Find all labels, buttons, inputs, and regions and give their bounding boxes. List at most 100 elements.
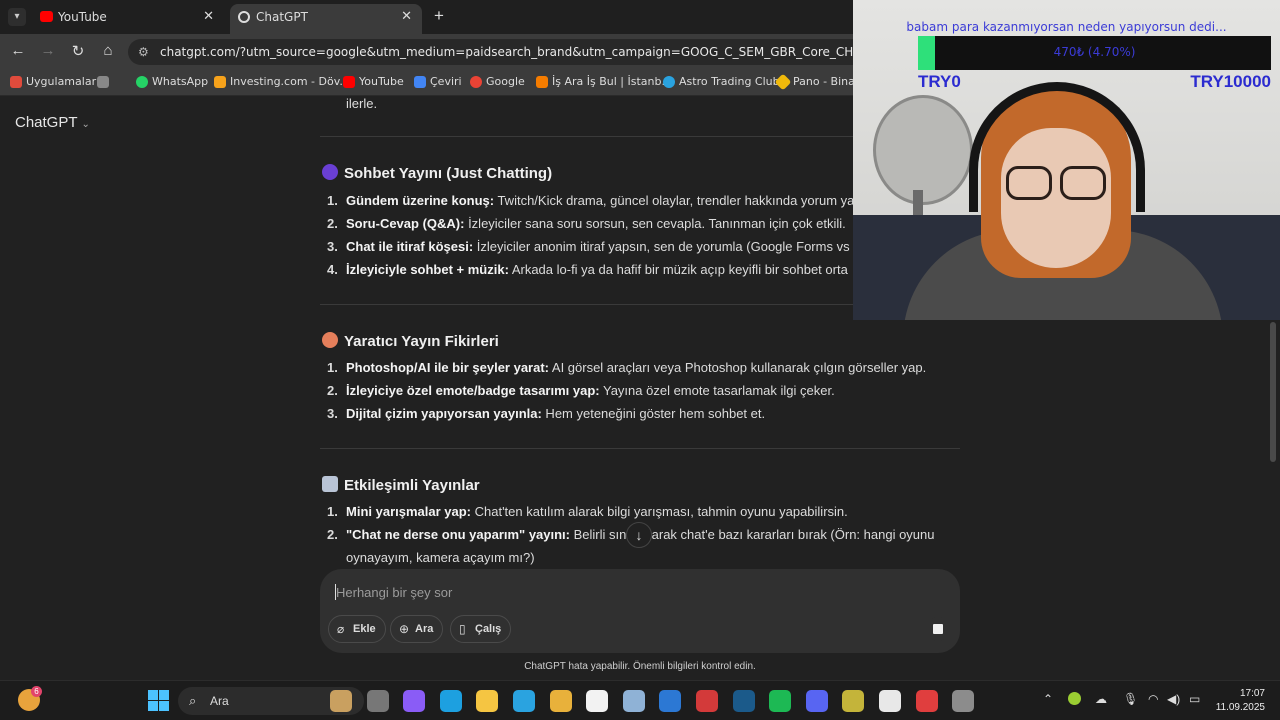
cpuz-app-icon[interactable]: [696, 690, 718, 712]
scroll-down-button[interactable]: ↓: [626, 522, 652, 548]
notepad-app-icon[interactable]: [622, 690, 645, 712]
new-tab-button[interactable]: +: [434, 6, 444, 26]
tab-youtube[interactable]: YouTube ✕: [32, 4, 224, 34]
bookmark-translate[interactable]: Çeviri: [414, 75, 462, 88]
goal-max-label: TRY10000: [1190, 72, 1271, 91]
url-text: chatgpt.com/?utm_source=google&utm_mediu…: [160, 45, 868, 59]
capcut-app-icon[interactable]: [879, 690, 901, 712]
prompt-input[interactable]: Herhangi bir şey sor: [336, 585, 452, 600]
webull-app-icon[interactable]: [659, 690, 682, 712]
globe-icon: ⊕: [399, 622, 410, 636]
chrome-app-icon[interactable]: [549, 690, 572, 712]
url-field[interactable]: ⚙ chatgpt.com/?utm_source=google&utm_med…: [128, 39, 868, 65]
paperclip-icon: ⌀: [337, 622, 345, 636]
chevron-down-icon: ⌄: [81, 119, 90, 130]
grid-icon: [97, 76, 109, 88]
fan-image: [873, 95, 973, 205]
whatsapp-icon: [136, 76, 148, 88]
file-explorer-app-icon[interactable]: [366, 690, 389, 712]
discord-app-icon[interactable]: [805, 690, 828, 712]
microphone-icon[interactable]: 🎙: [1123, 692, 1138, 706]
tab-title: YouTube: [58, 10, 107, 24]
model-selector[interactable]: ChatGPT ⌄: [15, 114, 90, 131]
bookmark-youtube[interactable]: YouTube: [343, 75, 404, 88]
tray-chevron-up-icon[interactable]: ⌃: [1043, 692, 1053, 706]
close-tab-icon[interactable]: ✕: [203, 4, 214, 30]
binance-icon: [774, 73, 792, 91]
google-icon: [470, 76, 482, 88]
forward-icon[interactable]: →: [38, 42, 58, 59]
bookmark-is-ara[interactable]: İş Ara İş Bul | İstanb...: [536, 75, 672, 88]
goal-caption: babam para kazanmıyorsan neden yapıyorsu…: [906, 20, 1227, 34]
list-item: 1. Mini yarışmalar yap: Chat'ten katılım …: [327, 504, 848, 519]
copilot-app-icon[interactable]: [403, 690, 426, 712]
spotify-app-icon[interactable]: [769, 690, 792, 712]
back-icon[interactable]: ←: [8, 42, 28, 59]
volume-icon[interactable]: ◀): [1167, 692, 1180, 706]
windows-taskbar: 6 ⌕ Ara ⌃ ☁ 🎙 ◠ ◀) ▭ 17:07 11.09.2025: [0, 680, 1280, 720]
notification-badge: 6: [31, 686, 42, 697]
telegram-app-icon[interactable]: [513, 690, 535, 712]
tab-search-chevron-icon[interactable]: ▾: [8, 8, 26, 26]
obs-like-app-icon[interactable]: [842, 690, 865, 712]
wifi-icon[interactable]: ◠: [1148, 692, 1158, 706]
bookmark-apps[interactable]: Uygulamalar: [10, 75, 96, 88]
moon-icon: [322, 164, 338, 180]
list-item: 1. Gündem üzerine konuş: Twitch/Kick dram…: [327, 193, 855, 208]
page-scrollbar[interactable]: [1270, 322, 1276, 462]
dice-icon: [322, 476, 338, 492]
tray-app-icon[interactable]: [1068, 692, 1081, 705]
list-item: 4. İzleyiciyle sohbet + müzik: Arkada lo-…: [327, 262, 848, 277]
divider: [320, 448, 960, 449]
goal-min-label: TRY0: [918, 72, 961, 91]
widgets-app-icon[interactable]: [330, 690, 352, 712]
tray-cloud-icon[interactable]: ☁: [1095, 692, 1107, 706]
chatgpt-icon: [238, 11, 250, 23]
battery-icon[interactable]: ▭: [1189, 692, 1200, 706]
reload-icon[interactable]: ↻: [68, 42, 88, 60]
arrow-down-icon: ↓: [635, 527, 643, 543]
astro-icon: [663, 76, 675, 88]
clock-date: 11.09.2025: [1215, 702, 1265, 713]
youtube-icon: [343, 76, 355, 88]
folder-app-icon[interactable]: [476, 690, 499, 712]
bookmark-astro[interactable]: Astro Trading Club: [663, 75, 780, 88]
attach-button[interactable]: ⌀ Ekle: [328, 615, 386, 643]
tab-chatgpt[interactable]: ChatGPT ✕: [230, 4, 422, 34]
list-item: 2. İzleyiciye özel emote/badge tasarımı y…: [327, 383, 835, 398]
bookmark-google[interactable]: Google: [470, 75, 525, 88]
message-text: ilerle.: [346, 96, 378, 111]
clock-time: 17:07: [1239, 688, 1265, 699]
search-icon: ⌕: [189, 693, 197, 708]
apps-grid-icon: [10, 76, 22, 88]
tab-title: ChatGPT: [256, 10, 308, 24]
section-heading: Etkileşimli Yayınlar: [322, 476, 480, 494]
site-info-icon[interactable]: ⚙: [138, 39, 149, 65]
settings-app-icon[interactable]: [952, 690, 975, 712]
store-app-icon[interactable]: [586, 690, 609, 712]
bookmark-whatsapp[interactable]: WhatsApp: [136, 75, 208, 88]
clock[interactable]: 17:07 11.09.2025: [1216, 687, 1265, 715]
section-heading: Sohbet Yayını (Just Chatting): [322, 164, 552, 182]
steam-app-icon[interactable]: [732, 690, 755, 712]
search-button[interactable]: ⊕ Ara: [390, 615, 444, 643]
model-name: ChatGPT: [15, 114, 78, 131]
windows-start-icon[interactable]: [148, 690, 169, 711]
section-heading: Yaratıcı Yayın Fikirleri: [322, 332, 499, 350]
close-tab-icon[interactable]: ✕: [401, 4, 412, 30]
translate-icon: [414, 76, 426, 88]
opera-app-icon[interactable]: [915, 690, 938, 712]
list-item: 3. Dijital çizim yapıyorsan yayınla: Hem …: [327, 406, 766, 421]
home-icon[interactable]: ⌂: [98, 42, 118, 59]
goal-amount: 470₺ (4.70%): [1053, 45, 1136, 59]
list-item: 3. Chat ile itiraf köşesi: İzleyiciler an…: [327, 239, 857, 254]
book-icon: ▯: [459, 622, 466, 636]
bookmark-investing[interactable]: Investing.com - Döv...: [214, 75, 350, 88]
stop-button[interactable]: [926, 617, 950, 641]
study-button[interactable]: ▯ Çalış: [450, 615, 512, 643]
youtube-icon: [40, 11, 53, 22]
disclaimer-text: ChatGPT hata yapabilir. Önemli bilgileri…: [524, 661, 756, 672]
donation-goal-bar: 470₺ (4.70%): [918, 36, 1271, 70]
prompt-composer[interactable]: Herhangi bir şey sor ⌀ Ekle ⊕ Ara ▯ Çalış: [320, 569, 960, 653]
edge-app-icon[interactable]: [439, 690, 462, 712]
